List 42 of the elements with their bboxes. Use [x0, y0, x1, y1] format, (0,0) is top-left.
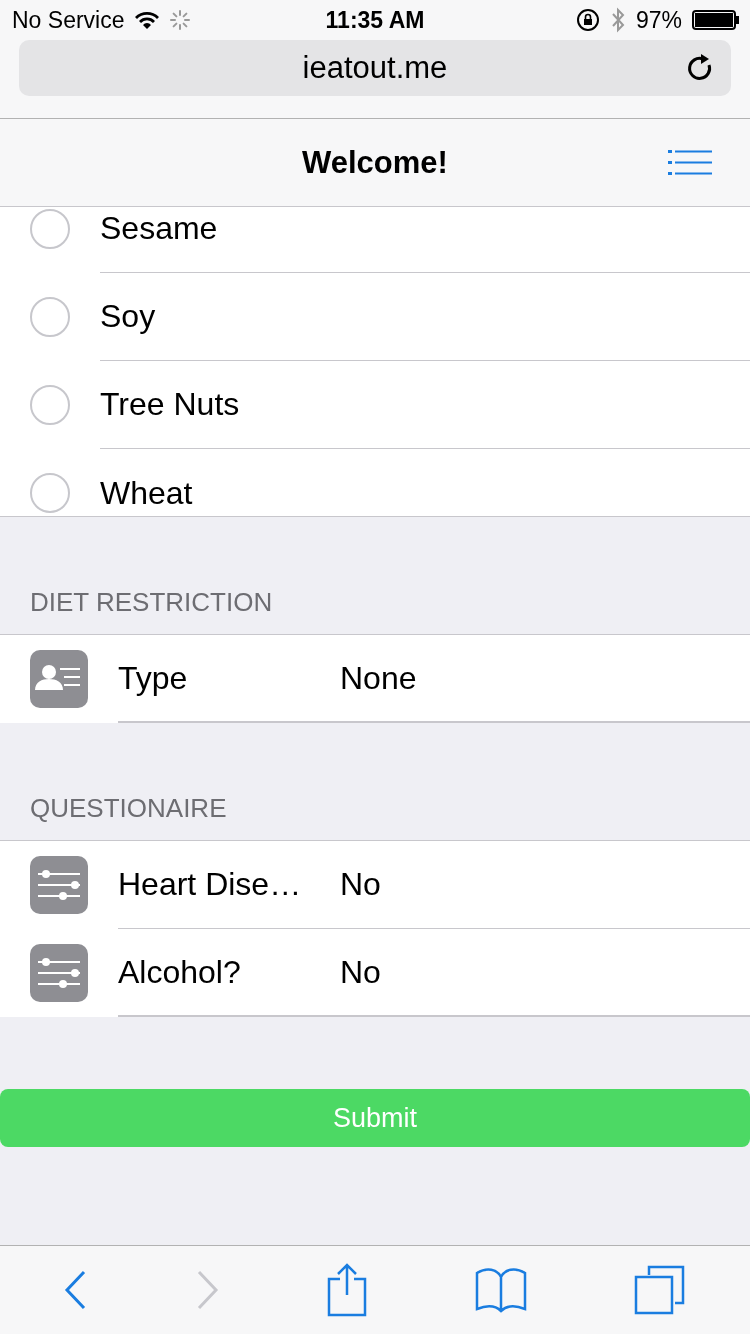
row-label: Type [118, 659, 189, 697]
carrier-text: No Service [12, 6, 125, 34]
tabs-icon[interactable] [634, 1265, 687, 1315]
clock-text: 11:35 AM [325, 6, 425, 34]
row-value: No [340, 953, 381, 991]
row-value: None [340, 659, 417, 697]
settings-row[interactable]: Alcohol? No [0, 929, 750, 1017]
row-label: Alcohol? [118, 953, 242, 991]
address-bar[interactable]: ieatout.me [19, 40, 731, 96]
allergy-option[interactable]: Wheat [0, 449, 750, 516]
rotation-lock-icon [575, 8, 600, 32]
settings-row[interactable]: Type None [0, 635, 750, 723]
radio-button[interactable] [30, 297, 70, 337]
battery-icon [692, 10, 740, 30]
sliders-icon [30, 856, 88, 914]
radio-button[interactable] [30, 473, 70, 513]
contact-card-icon [30, 650, 88, 708]
battery-text: 97% [635, 6, 682, 34]
share-icon[interactable] [327, 1263, 367, 1317]
allergy-option[interactable]: Tree Nuts [0, 361, 750, 449]
settings-row[interactable]: Heart Dise… No [0, 841, 750, 929]
menu-icon[interactable] [668, 148, 712, 177]
back-icon[interactable] [63, 1270, 88, 1310]
allergy-option[interactable]: Soy [0, 273, 750, 361]
row-label: Heart Dise… [118, 866, 303, 903]
spinner-icon [170, 10, 191, 30]
option-label: Sesame [100, 210, 218, 247]
option-label: Tree Nuts [100, 386, 240, 423]
section-header: DIET RESTRICTION [29, 586, 274, 619]
row-value: No [340, 866, 381, 903]
option-label: Soy [100, 298, 156, 335]
allergy-option[interactable]: Sesame [0, 207, 750, 273]
section-header: QUESTIONAIRE [29, 792, 228, 825]
radio-button[interactable] [30, 385, 70, 425]
page-title: Welcome! [302, 144, 448, 181]
url-text: ieatout.me [302, 50, 448, 86]
sliders-icon [30, 944, 88, 1002]
wifi-icon [134, 10, 161, 30]
bookmarks-icon[interactable] [474, 1265, 527, 1315]
bluetooth-icon [609, 7, 626, 33]
option-label: Wheat [100, 474, 193, 512]
radio-button[interactable] [30, 209, 70, 249]
